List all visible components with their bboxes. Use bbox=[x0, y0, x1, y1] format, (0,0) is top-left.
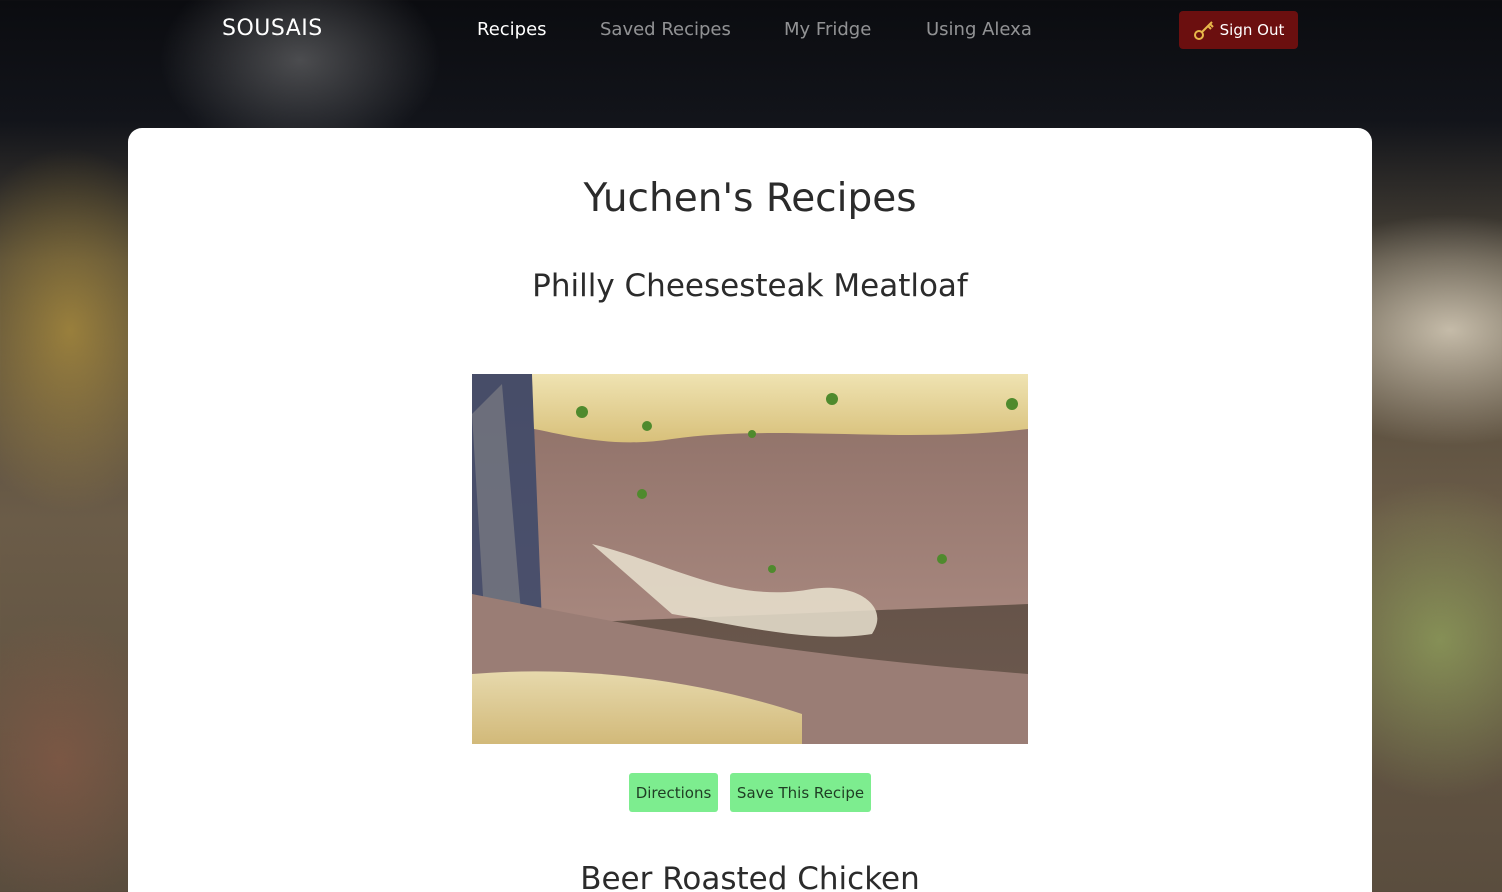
nav-item-using-alexa[interactable]: Using Alexa bbox=[926, 19, 1032, 40]
top-navbar: SOUSAIS Recipes Saved Recipes My Fridge … bbox=[0, 0, 1502, 60]
recipe-title: Beer Roasted Chicken bbox=[580, 861, 920, 892]
page-title: Yuchen's Recipes bbox=[583, 176, 917, 221]
directions-button[interactable]: Directions bbox=[629, 773, 718, 812]
nav-item-recipes[interactable]: Recipes bbox=[477, 19, 547, 40]
recipes-card: Yuchen's Recipes Philly Cheesesteak Meat… bbox=[128, 128, 1372, 892]
sign-out-label: Sign Out bbox=[1219, 21, 1285, 39]
save-recipe-button[interactable]: Save This Recipe bbox=[730, 773, 871, 812]
sign-out-button[interactable]: Sign Out bbox=[1179, 11, 1298, 49]
recipe-title: Philly Cheesesteak Meatloaf bbox=[532, 268, 968, 304]
key-icon bbox=[1193, 19, 1215, 41]
brand-logo[interactable]: SOUSAIS bbox=[222, 16, 323, 41]
nav-item-saved-recipes[interactable]: Saved Recipes bbox=[600, 19, 731, 40]
recipe-photo bbox=[472, 374, 1028, 744]
nav-item-my-fridge[interactable]: My Fridge bbox=[784, 19, 871, 40]
